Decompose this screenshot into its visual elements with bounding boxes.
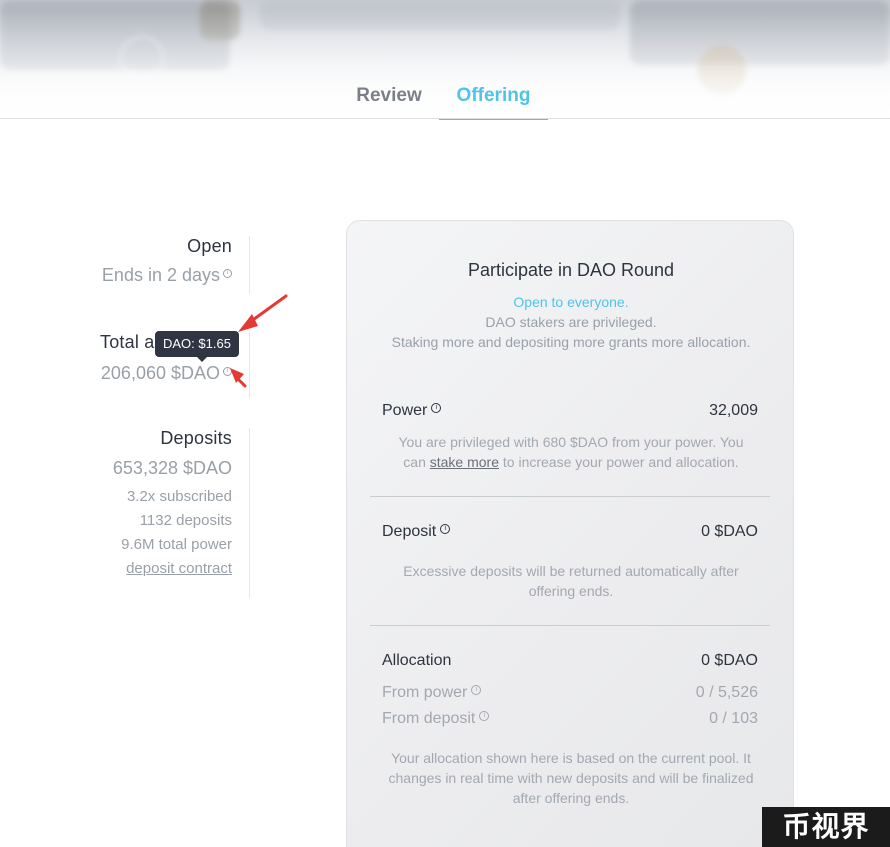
power-note-line1: You are privileged with 680 $DAO from yo…: [398, 434, 744, 450]
power-note-post: to increase your power and allocation.: [502, 454, 739, 470]
info-icon[interactable]: i: [223, 269, 232, 278]
price-tooltip: DAO: $1.65: [155, 331, 239, 362]
tab-divider: [0, 118, 890, 119]
deposit-contract-link[interactable]: deposit contract: [126, 560, 232, 577]
allocation-label: Allocation: [382, 652, 452, 669]
from-power-text: From power: [382, 684, 468, 701]
deposit-note-line2: offering ends.: [528, 583, 614, 599]
power-note-pre: can: [403, 454, 426, 470]
deposit-label: Deposit i: [382, 523, 451, 541]
info-icon[interactable]: i: [479, 710, 490, 721]
total-value: 206,060 $DAO i: [0, 363, 232, 384]
deposit-count: 1132 deposits: [139, 512, 232, 529]
deposit-note-line1: Excessive deposits will be returned auto…: [403, 563, 739, 579]
power-label-text: Power: [382, 402, 428, 419]
deposits-value: 653,328 $DAO: [112, 458, 232, 478]
allocation-note: Your allocation shown here is based on t…: [377, 748, 765, 808]
open-title: Open: [187, 236, 232, 256]
tab-bar: Review Offering: [0, 80, 890, 120]
from-deposit-value: 0 / 103: [709, 710, 758, 727]
open-stat: Open Ends in 2 days i: [0, 236, 250, 294]
section-divider: [370, 496, 770, 497]
subscribed-text: 3.2x subscribed: [126, 488, 232, 505]
power-note: You are privileged with 680 $DAO from yo…: [377, 432, 765, 472]
stakers-privileged: DAO stakers are privileged.: [485, 314, 657, 330]
staking-more-text: Staking more and depositing more grants …: [391, 334, 751, 350]
from-deposit-text: From deposit: [382, 710, 476, 727]
deposit-label-text: Deposit: [382, 523, 437, 540]
card-title: Participate in DAO Round: [467, 260, 675, 280]
from-power-label: From power i: [382, 684, 482, 702]
allocation-note-line1: Your allocation shown here is based on t…: [391, 750, 751, 766]
info-icon[interactable]: i: [471, 684, 482, 695]
open-value: Ends in 2 days i: [0, 265, 232, 286]
info-icon[interactable]: i: [431, 402, 442, 413]
tab-offering[interactable]: Offering: [439, 84, 548, 120]
allocation-value: 0 $DAO: [701, 652, 758, 669]
watermark-logo: 币视界: [762, 807, 890, 847]
deposit-value: 0 $DAO: [701, 523, 758, 540]
total-amount: 206,060 $DAO: [100, 363, 220, 383]
section-divider: [370, 625, 770, 626]
info-icon[interactable]: i: [440, 523, 451, 534]
total-title-text: Total a: [100, 332, 155, 352]
from-deposit-label: From deposit i: [382, 710, 490, 728]
deposits-stat: Deposits 653,328 $DAO 3.2x subscribed 11…: [0, 428, 250, 598]
power-value: 32,009: [709, 402, 758, 419]
info-icon[interactable]: i: [223, 367, 232, 376]
from-power-value: 0 / 5,526: [695, 684, 758, 701]
allocation-note-line2: changes in real time with new deposits a…: [388, 770, 754, 786]
deposit-note: Excessive deposits will be returned auto…: [377, 561, 765, 601]
stake-more-link[interactable]: stake more: [430, 454, 499, 470]
tab-review[interactable]: Review: [340, 84, 438, 118]
ends-in-text: Ends in 2 days: [101, 265, 220, 285]
deposits-title: Deposits: [160, 428, 232, 448]
open-to-everyone: Open to everyone.: [513, 294, 629, 310]
power-label: Power i: [382, 402, 442, 420]
total-power: 9.6M total power: [121, 536, 232, 553]
allocation-note-line3: after offering ends.: [512, 790, 630, 806]
red-arrow-icon: [238, 294, 288, 332]
participate-card: Participate in DAO Round Open to everyon…: [346, 220, 794, 847]
